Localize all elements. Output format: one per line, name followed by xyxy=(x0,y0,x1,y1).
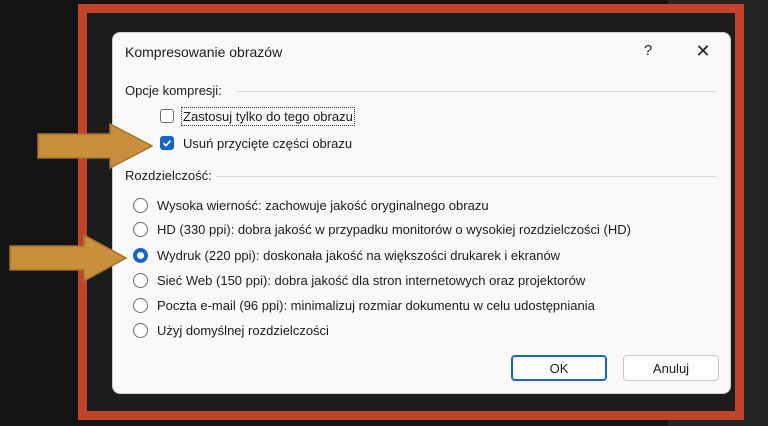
checkbox-label: Usuń przycięte części obrazu xyxy=(183,135,353,151)
close-button[interactable]: ✕ xyxy=(688,38,718,64)
radio-label: Użyj domyślnej rozdzielczości xyxy=(157,322,329,338)
radio-web-150[interactable]: Sieć Web (150 ppi): dobra jakość dla str… xyxy=(133,270,585,290)
radio-button[interactable] xyxy=(133,197,148,213)
radio-default-resolution[interactable]: Użyj domyślnej rozdzielczości xyxy=(133,320,329,340)
annotation-arrow-icon xyxy=(9,233,128,283)
compress-pictures-dialog: Kompresowanie obrazów ? ✕ Opcje kompresj… xyxy=(113,33,730,393)
radio-label: HD (330 ppi): dobra jakość w przypadku m… xyxy=(157,221,631,237)
radio-label: Wysoka wierność: zachowuje jakość orygin… xyxy=(157,197,489,213)
dialog-title: Kompresowanie obrazów xyxy=(125,44,283,60)
radio-email-96[interactable]: Poczta e-mail (96 ppi): minimalizuj rozm… xyxy=(133,295,595,315)
divider xyxy=(237,91,717,92)
radio-button[interactable] xyxy=(133,272,148,288)
annotation-arrow-icon xyxy=(37,122,154,170)
radio-high-fidelity[interactable]: Wysoka wierność: zachowuje jakość orygin… xyxy=(133,195,489,215)
checkbox-delete-cropped-areas[interactable]: Usuń przycięte części obrazu xyxy=(160,133,352,153)
checkbox-label: Zastosuj tylko do tego obrazu xyxy=(181,106,355,126)
radio-button[interactable] xyxy=(133,297,148,313)
checkbox-apply-only-this-picture[interactable]: Zastosuj tylko do tego obrazu xyxy=(160,106,355,126)
checkbox-box[interactable] xyxy=(160,109,174,123)
divider xyxy=(216,176,717,177)
radio-label: Poczta e-mail (96 ppi): minimalizuj rozm… xyxy=(157,297,595,313)
radio-label: Sieć Web (150 ppi): dobra jakość dla str… xyxy=(157,272,586,288)
radio-hd-330[interactable]: HD (330 ppi): dobra jakość w przypadku m… xyxy=(133,219,631,239)
ok-button[interactable]: OK xyxy=(511,355,607,381)
help-button[interactable]: ? xyxy=(633,38,663,64)
resolution-label: Rozdzielczość: xyxy=(125,168,212,183)
checkbox-box-checked[interactable] xyxy=(160,136,174,150)
checkmark-icon xyxy=(162,140,172,147)
radio-button[interactable] xyxy=(133,221,148,237)
cancel-button[interactable]: Anuluj xyxy=(623,355,719,381)
radio-button-selected[interactable] xyxy=(133,247,148,263)
radio-dot xyxy=(137,251,144,259)
radio-button[interactable] xyxy=(133,322,148,338)
radio-label: Wydruk (220 ppi): doskonała jakość na wi… xyxy=(157,247,561,263)
compression-options-label: Opcje kompresji: xyxy=(125,83,222,98)
radio-print-220[interactable]: Wydruk (220 ppi): doskonała jakość na wi… xyxy=(133,245,560,265)
